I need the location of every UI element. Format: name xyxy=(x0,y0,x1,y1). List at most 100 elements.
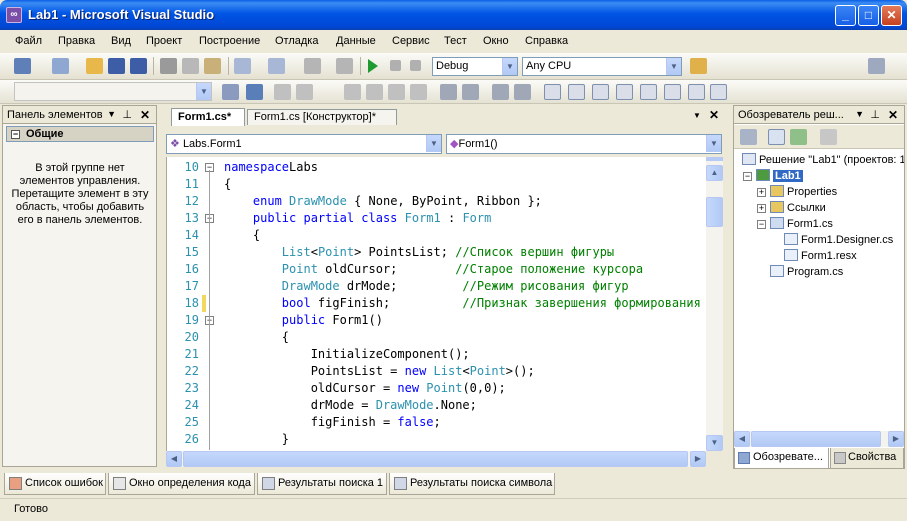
redo-icon[interactable] xyxy=(268,58,285,74)
make-same-size-icon[interactable] xyxy=(410,84,427,100)
tree-item[interactable]: Form1.resx xyxy=(784,249,857,262)
toolbox-group-header[interactable]: − Общие xyxy=(6,126,154,142)
align-middle-icon[interactable] xyxy=(366,84,383,100)
tab-solution-explorer[interactable]: Обозревате... xyxy=(734,448,829,469)
close-icon[interactable]: ✕ xyxy=(140,108,150,122)
open-file-icon[interactable] xyxy=(86,58,103,74)
comment-icon[interactable] xyxy=(640,84,657,100)
uncomment-icon[interactable] xyxy=(664,84,681,100)
undo-icon[interactable] xyxy=(234,58,251,74)
tree-item[interactable]: + Properties xyxy=(757,185,837,198)
navigate-forward-icon[interactable] xyxy=(336,58,353,74)
lock-controls-icon[interactable] xyxy=(616,84,633,100)
code-line[interactable]: public partial class Form1 : Form xyxy=(224,210,491,227)
member-combo[interactable]: ◆Form1() ▼ xyxy=(446,134,722,154)
menu-file[interactable]: Файл xyxy=(15,35,42,47)
send-to-back-icon[interactable] xyxy=(568,84,585,100)
solution-horizontal-scrollbar[interactable]: ◀ ▶ xyxy=(734,431,904,447)
copy-icon[interactable] xyxy=(182,58,199,74)
menu-test[interactable]: Тест xyxy=(444,35,467,47)
tab-error-list[interactable]: Список ошибок xyxy=(4,473,106,495)
pause-icon[interactable] xyxy=(410,60,421,71)
code-line[interactable]: { xyxy=(224,329,289,346)
code-line[interactable]: oldCursor = new Point(0,0); xyxy=(224,380,506,397)
code-line[interactable]: bool figFinish; //Признак завершения фор… xyxy=(224,295,701,312)
add-item-icon[interactable] xyxy=(52,58,69,74)
horizontal-spacing-icon[interactable] xyxy=(440,84,457,100)
cut-icon[interactable] xyxy=(160,58,177,74)
next-bookmark-icon[interactable] xyxy=(710,84,727,100)
code-line[interactable]: Point oldCursor; //Старое положение курс… xyxy=(224,261,643,278)
scroll-thumb[interactable] xyxy=(706,197,723,227)
close-document-icon[interactable]: ✕ xyxy=(709,108,719,122)
code-line[interactable]: namespaceLabs xyxy=(224,159,318,176)
horizontal-scroll-thumb[interactable] xyxy=(183,451,688,467)
tab-code-definition[interactable]: Окно определения кода xyxy=(108,473,255,495)
code-line[interactable]: DrawMode drMode; //Режим рисования фигур xyxy=(224,278,629,295)
start-debugging-icon[interactable] xyxy=(368,59,378,73)
tab-find-symbol-results[interactable]: Результаты поиска символа xyxy=(389,473,555,495)
pin-icon[interactable]: ⊥ xyxy=(122,108,132,121)
code-line[interactable]: List<Point> PointsList; //Список вершин … xyxy=(224,244,614,261)
collapse-icon[interactable]: − xyxy=(743,172,752,181)
scroll-left-icon[interactable]: ◀ xyxy=(734,431,750,447)
find-in-files-icon[interactable] xyxy=(690,58,707,74)
bookmark-icon[interactable] xyxy=(688,84,705,100)
tree-item[interactable]: Form1.Designer.cs xyxy=(784,233,893,246)
dropdown-arrow-icon[interactable]: ▼ xyxy=(107,109,116,119)
code-line[interactable]: figFinish = false; xyxy=(224,414,441,431)
scroll-up-icon[interactable]: ▲ xyxy=(706,165,723,181)
menu-tools[interactable]: Сервис xyxy=(392,35,430,47)
code-line[interactable]: public Form1() xyxy=(224,312,383,329)
menu-data[interactable]: Данные xyxy=(336,35,376,47)
scroll-left-icon[interactable]: ◀ xyxy=(166,451,182,467)
code-line[interactable]: drMode = DrawMode.None; xyxy=(224,397,477,414)
tree-item[interactable]: Program.cs xyxy=(770,265,843,278)
new-project-icon[interactable] xyxy=(14,58,31,74)
expand-icon[interactable]: + xyxy=(757,188,766,197)
tree-item[interactable]: − Lab1 xyxy=(743,169,803,182)
chevron-down-icon[interactable]: ▼ xyxy=(426,135,441,152)
menu-project[interactable]: Проект xyxy=(146,35,182,47)
chevron-down-icon[interactable]: ▼ xyxy=(706,135,721,152)
close-icon[interactable]: ✕ xyxy=(888,108,898,122)
paste-icon[interactable] xyxy=(204,58,221,74)
tab-find-results-1[interactable]: Результаты поиска 1 xyxy=(257,473,387,495)
class-diagram-icon[interactable] xyxy=(820,129,837,145)
code-area[interactable]: 10− namespaceLabs 11{12 enum DrawMode { No… xyxy=(166,157,706,451)
minimize-button[interactable]: _ xyxy=(835,5,856,26)
menu-edit[interactable]: Правка xyxy=(58,35,95,47)
menu-help[interactable]: Справка xyxy=(525,35,568,47)
save-all-icon[interactable] xyxy=(130,58,147,74)
chevron-down-icon[interactable]: ▼ xyxy=(196,83,211,100)
editor-horizontal-scrollbar[interactable]: ◀ ▶ xyxy=(166,451,706,467)
collapse-icon[interactable]: − xyxy=(11,130,20,139)
save-icon[interactable] xyxy=(108,58,125,74)
close-button[interactable]: ✕ xyxy=(881,5,902,26)
active-files-dropdown-icon[interactable]: ▼ xyxy=(693,111,701,120)
type-combo[interactable]: ❖ Labs.Form1 ▼ xyxy=(166,134,442,154)
menu-build[interactable]: Построение xyxy=(199,35,260,47)
tab-form1-cs[interactable]: Form1.cs* xyxy=(171,108,245,126)
scroll-right-icon[interactable]: ▶ xyxy=(690,451,706,467)
pin-icon[interactable]: ⊥ xyxy=(870,108,880,121)
bring-to-front-icon[interactable] xyxy=(544,84,561,100)
align-bottom-icon[interactable] xyxy=(388,84,405,100)
chevron-down-icon[interactable]: ▼ xyxy=(502,58,517,75)
stop-icon[interactable] xyxy=(390,60,401,71)
vs-icon[interactable]: ∞ xyxy=(6,7,22,23)
code-line[interactable]: { xyxy=(224,227,260,244)
tab-order-icon[interactable] xyxy=(592,84,609,100)
center-vertically-icon[interactable] xyxy=(514,84,531,100)
align-center-icon[interactable] xyxy=(274,84,291,100)
code-line[interactable]: enum DrawMode { None, ByPoint, Ribbon }; xyxy=(224,193,542,210)
chevron-down-icon[interactable]: ▼ xyxy=(666,58,681,75)
maximize-button[interactable]: □ xyxy=(858,5,879,26)
vertical-spacing-icon[interactable] xyxy=(462,84,479,100)
menu-window[interactable]: Окно xyxy=(483,35,509,47)
code-line[interactable]: } xyxy=(224,431,289,448)
code-line[interactable]: { xyxy=(224,176,231,193)
show-all-files-icon[interactable] xyxy=(768,129,785,145)
solution-config-combo[interactable]: Debug ▼ xyxy=(432,57,518,76)
solution-tree[interactable]: Решение "Lab1" (проектов: 1) − Lab1 + Proper… xyxy=(734,150,904,432)
